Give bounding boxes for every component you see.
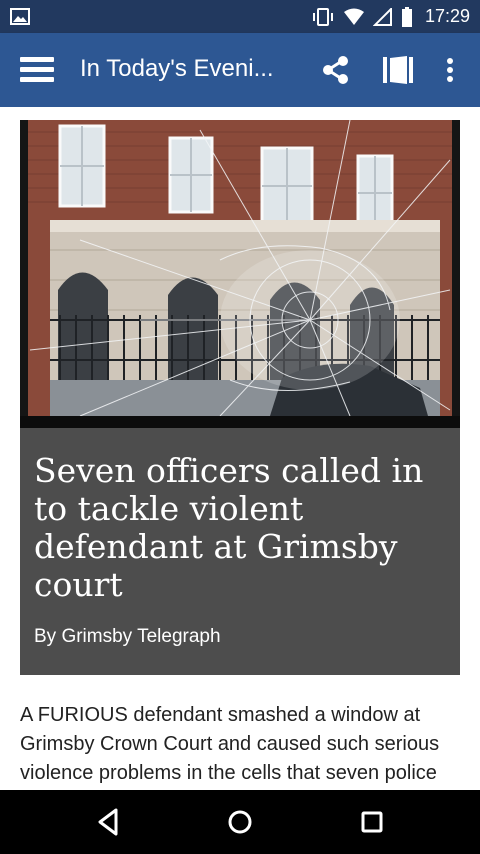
article-body-text: A FURIOUS defendant smashed a window at … <box>20 704 440 784</box>
page-title: In Today's Eveni... <box>80 55 274 82</box>
share-icon[interactable] <box>318 52 354 88</box>
headline-card: Seven officers called in to tackle viole… <box>20 428 460 675</box>
reader-view-icon[interactable] <box>380 52 416 88</box>
article-content[interactable]: Seven officers called in to tackle viole… <box>0 107 480 790</box>
article-byline: By Grimsby Telegraph <box>34 626 221 647</box>
system-nav-bar <box>0 790 480 854</box>
notification-image-icon <box>10 8 30 25</box>
battery-icon <box>401 6 412 27</box>
status-time: 17:29 <box>424 6 470 26</box>
article-image[interactable] <box>20 120 460 428</box>
more-vert-icon[interactable] <box>432 52 468 88</box>
menu-icon[interactable] <box>20 55 54 85</box>
status-bar: 17:29 <box>0 0 480 33</box>
article-headline: Seven officers called in to tackle viole… <box>34 451 424 604</box>
wifi-icon <box>343 8 364 25</box>
broken-window-photo <box>20 120 460 428</box>
home-icon[interactable] <box>220 804 260 840</box>
recents-icon[interactable] <box>352 804 392 840</box>
vibrate-icon <box>312 7 333 26</box>
back-icon[interactable] <box>88 804 128 840</box>
signal-icon <box>372 7 392 26</box>
app-bar: In Today's Eveni... <box>0 33 480 107</box>
status-icons: 17:29 <box>311 0 470 33</box>
